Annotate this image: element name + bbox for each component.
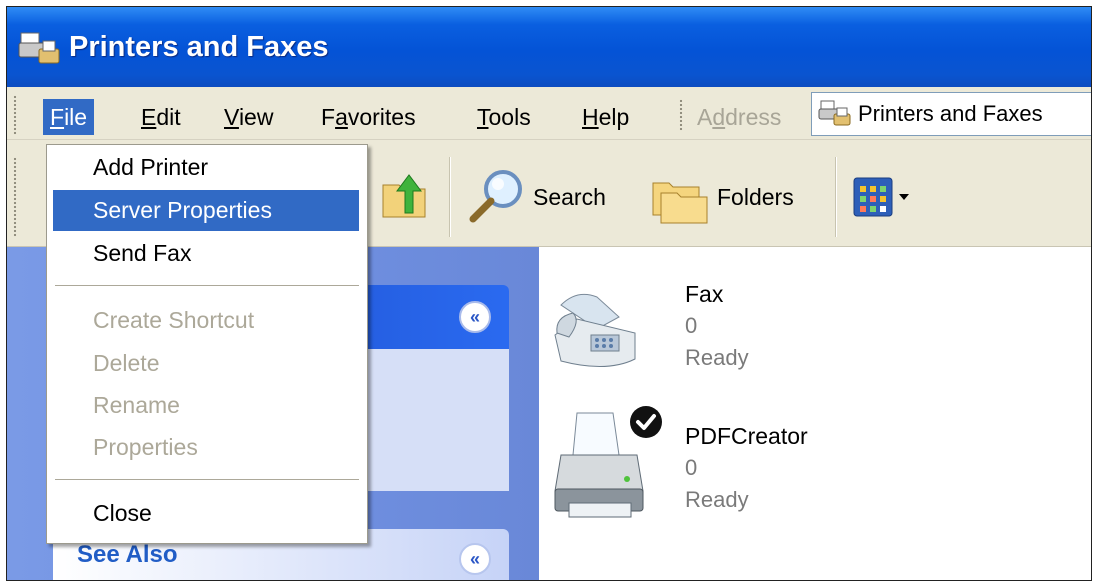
toolbar-separator xyxy=(835,157,837,237)
printer-name: Fax xyxy=(685,281,724,307)
menubar-grip[interactable] xyxy=(13,95,17,135)
views-button[interactable] xyxy=(853,177,911,217)
menu-help[interactable]: Help xyxy=(575,99,636,135)
printers-faxes-icon xyxy=(818,100,851,126)
folders-label: Folders xyxy=(717,183,794,210)
search-label: Search xyxy=(533,183,606,210)
chevron-down-icon[interactable] xyxy=(897,190,911,204)
search-icon xyxy=(469,170,522,223)
menu-edit[interactable]: Edit xyxy=(134,99,188,135)
menu-tools[interactable]: Tools xyxy=(470,99,538,135)
menu-item-add-printer[interactable]: Add Printer xyxy=(53,147,359,188)
menu-item-properties[interactable]: Properties xyxy=(53,427,359,468)
printer-item-fax[interactable]: Fax 0 Ready xyxy=(547,277,907,397)
printer-status: Ready xyxy=(685,345,749,370)
printer-documents: 0 xyxy=(685,313,698,338)
menu-item-delete[interactable]: Delete xyxy=(53,343,359,384)
views-icon xyxy=(853,177,893,217)
menu-separator xyxy=(55,285,359,286)
up-button[interactable] xyxy=(379,167,431,223)
menu-item-send-fax[interactable]: Send Fax xyxy=(53,233,359,274)
menu-item-create-shortcut[interactable]: Create Shortcut xyxy=(53,300,359,341)
explorer-window: Printers and Faxes File Edit View Favori… xyxy=(6,6,1092,581)
title-bar[interactable]: Printers and Faxes xyxy=(7,7,1091,87)
collapse-chevron-icon[interactable]: « xyxy=(459,543,491,575)
folders-icon xyxy=(652,182,708,224)
fax-icon xyxy=(554,293,636,368)
address-grip[interactable] xyxy=(679,99,683,131)
menu-view[interactable]: View xyxy=(217,99,280,135)
address-bar[interactable]: Printers and Faxes xyxy=(811,92,1091,136)
menu-item-close[interactable]: Close xyxy=(53,493,359,534)
window-title: Printers and Faxes xyxy=(69,31,329,63)
printer-documents: 0 xyxy=(685,455,698,480)
address-label: Address xyxy=(697,104,782,130)
printer-item-pdfcreator[interactable]: PDFCreator 0 Ready xyxy=(547,405,907,535)
collapse-chevron-icon[interactable]: « xyxy=(459,301,491,333)
menu-favorites[interactable]: Favorites xyxy=(314,99,423,135)
search-button[interactable]: Search xyxy=(465,167,606,227)
printer-status: Ready xyxy=(685,487,749,512)
menu-separator xyxy=(55,479,359,480)
menu-file[interactable]: File xyxy=(43,99,95,135)
toolbar-separator xyxy=(449,157,451,237)
toolbar-grip[interactable] xyxy=(13,157,17,237)
folders-button[interactable]: Folders xyxy=(649,169,794,225)
address-value: Printers and Faxes xyxy=(858,101,1043,126)
file-menu-dropdown: Add Printer Server Properties Send Fax C… xyxy=(46,144,368,544)
menu-item-rename[interactable]: Rename xyxy=(53,385,359,426)
printer-name: PDFCreator xyxy=(685,423,808,449)
printers-faxes-icon xyxy=(18,32,60,64)
default-printer-check-icon xyxy=(630,406,662,438)
see-also-title: See Also xyxy=(77,541,178,568)
folder-up-icon xyxy=(382,174,426,218)
menu-item-server-properties[interactable]: Server Properties xyxy=(53,190,359,231)
